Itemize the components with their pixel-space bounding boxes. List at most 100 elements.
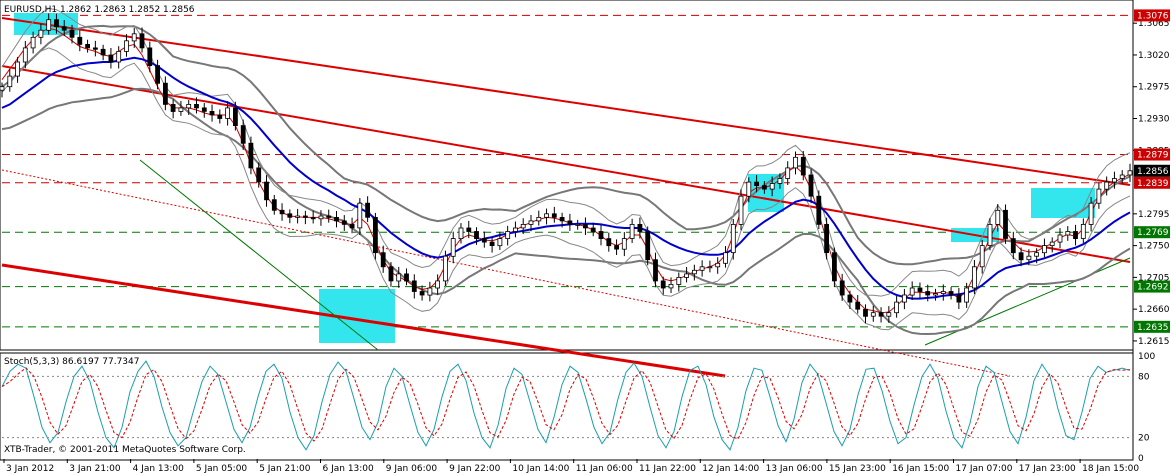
candle-body bbox=[972, 266, 977, 289]
candle-body bbox=[1073, 231, 1078, 239]
price-tick-label: 1.2975 bbox=[1138, 83, 1170, 93]
candle-body bbox=[365, 202, 371, 218]
candle-body bbox=[870, 312, 876, 317]
level-badge-label: 1.2879 bbox=[1137, 151, 1169, 161]
candle-body bbox=[1018, 252, 1024, 261]
candle-body bbox=[264, 181, 269, 201]
candle-body bbox=[61, 26, 67, 31]
candle-body bbox=[7, 75, 13, 88]
candle-body bbox=[497, 238, 503, 247]
candle-body bbox=[194, 104, 199, 109]
time-tick-label: 17 Jan 23:00 bbox=[1019, 464, 1076, 474]
candle-body bbox=[232, 107, 238, 127]
candle-body bbox=[1042, 245, 1047, 254]
candle-body bbox=[1003, 209, 1008, 239]
candle-body bbox=[520, 223, 526, 229]
candle-body bbox=[1080, 223, 1086, 239]
stoch-tick-label: 20 bbox=[1138, 434, 1150, 444]
candle-body bbox=[894, 301, 899, 314]
candle-body bbox=[116, 51, 122, 63]
candle-body bbox=[162, 82, 168, 105]
candle-body bbox=[474, 231, 479, 239]
candle-body bbox=[131, 33, 137, 42]
price-tick-label: 1.2930 bbox=[1138, 115, 1170, 125]
candle-body bbox=[442, 255, 448, 282]
candle-body bbox=[100, 48, 106, 56]
time-tick-label: 18 Jan 15:00 bbox=[1082, 464, 1139, 474]
candle-body bbox=[54, 19, 59, 28]
candle-body bbox=[614, 245, 619, 250]
candle-body bbox=[948, 291, 954, 296]
time-tick-label: 12 Jan 14:00 bbox=[702, 464, 759, 474]
time-tick-label: 9 Jan 06:00 bbox=[386, 464, 438, 474]
level-badge-label: 1.2839 bbox=[1137, 179, 1169, 189]
candle-body bbox=[964, 287, 969, 303]
candle-body bbox=[287, 213, 293, 218]
candle-body bbox=[240, 125, 246, 144]
candle-body bbox=[559, 216, 565, 222]
candle-body bbox=[326, 215, 332, 218]
time-tick-label: 5 Jan 21:00 bbox=[259, 464, 311, 474]
candle-body bbox=[93, 47, 98, 50]
candle-body bbox=[902, 294, 907, 303]
candle-body bbox=[839, 280, 845, 296]
candle-body bbox=[684, 273, 689, 278]
candle-body bbox=[1088, 202, 1094, 225]
candle-body bbox=[225, 107, 231, 119]
time-tick-label: 15 Jan 23:00 bbox=[829, 464, 886, 474]
candle-body bbox=[380, 252, 386, 268]
price-chart[interactable]: 1.30651.30201.29751.29301.28851.27951.27… bbox=[0, 0, 1173, 474]
candle-body bbox=[746, 181, 752, 197]
time-tick-label: 6 Jan 13:00 bbox=[323, 464, 375, 474]
candle-body bbox=[334, 216, 339, 222]
time-tick-label: 3 Jan 21:00 bbox=[69, 464, 121, 474]
copyright-text: XTB-Trader, © 2001-2011 MetaQuotes Softw… bbox=[4, 445, 246, 455]
price-tick-label: 1.2660 bbox=[1138, 305, 1170, 315]
candle-body bbox=[489, 241, 495, 247]
candle-body bbox=[108, 54, 114, 63]
candle-body bbox=[155, 65, 161, 84]
price-tick-label: 1.2795 bbox=[1138, 210, 1170, 220]
candle-body bbox=[715, 262, 721, 268]
candle-body bbox=[785, 167, 791, 179]
candle-body bbox=[435, 280, 441, 289]
candle-body bbox=[1049, 241, 1055, 247]
time-tick-label: 16 Jan 15:00 bbox=[892, 464, 949, 474]
candle-body bbox=[217, 114, 223, 119]
candle-body bbox=[0, 86, 5, 91]
candle-body bbox=[777, 178, 783, 184]
stoch-tick-label: 100 bbox=[1138, 352, 1155, 362]
candle-body bbox=[349, 223, 355, 229]
time-tick-label: 11 Jan 22:00 bbox=[639, 464, 696, 474]
level-badge-label: 1.2635 bbox=[1137, 323, 1169, 333]
candle-body bbox=[256, 167, 262, 183]
candle-body bbox=[567, 220, 573, 225]
candle-body bbox=[816, 195, 822, 225]
candle-body bbox=[808, 174, 814, 197]
time-tick-label: 3 Jan 2012 bbox=[6, 464, 54, 474]
candle-body bbox=[847, 294, 853, 303]
level-badge-label: 1.2692 bbox=[1137, 283, 1169, 293]
candle-body bbox=[863, 308, 868, 317]
stoch-header: Stoch(5,3,3) 86.6197 77.7347 bbox=[4, 357, 139, 367]
candle-body bbox=[295, 215, 301, 218]
candle-body bbox=[147, 47, 153, 67]
candle-body bbox=[248, 142, 254, 169]
candle-body bbox=[427, 287, 433, 296]
candle-body bbox=[738, 195, 744, 225]
time-tick-label: 10 Jan 14:00 bbox=[512, 464, 569, 474]
candle-body bbox=[1034, 252, 1039, 257]
candle-body bbox=[279, 209, 285, 215]
candle-body bbox=[310, 216, 316, 220]
chart-window: 1.30651.30201.29751.29301.28851.27951.27… bbox=[0, 0, 1173, 474]
candle-body bbox=[598, 231, 604, 239]
candle-body bbox=[513, 227, 518, 232]
candle-body bbox=[1010, 238, 1016, 254]
candle-body bbox=[676, 276, 682, 285]
candle-body bbox=[85, 44, 90, 49]
candle-body bbox=[271, 199, 277, 211]
candle-body bbox=[909, 287, 915, 296]
stoch-tick-label: 80 bbox=[1138, 372, 1150, 382]
candle-body bbox=[186, 104, 192, 109]
candle-body bbox=[528, 220, 534, 225]
